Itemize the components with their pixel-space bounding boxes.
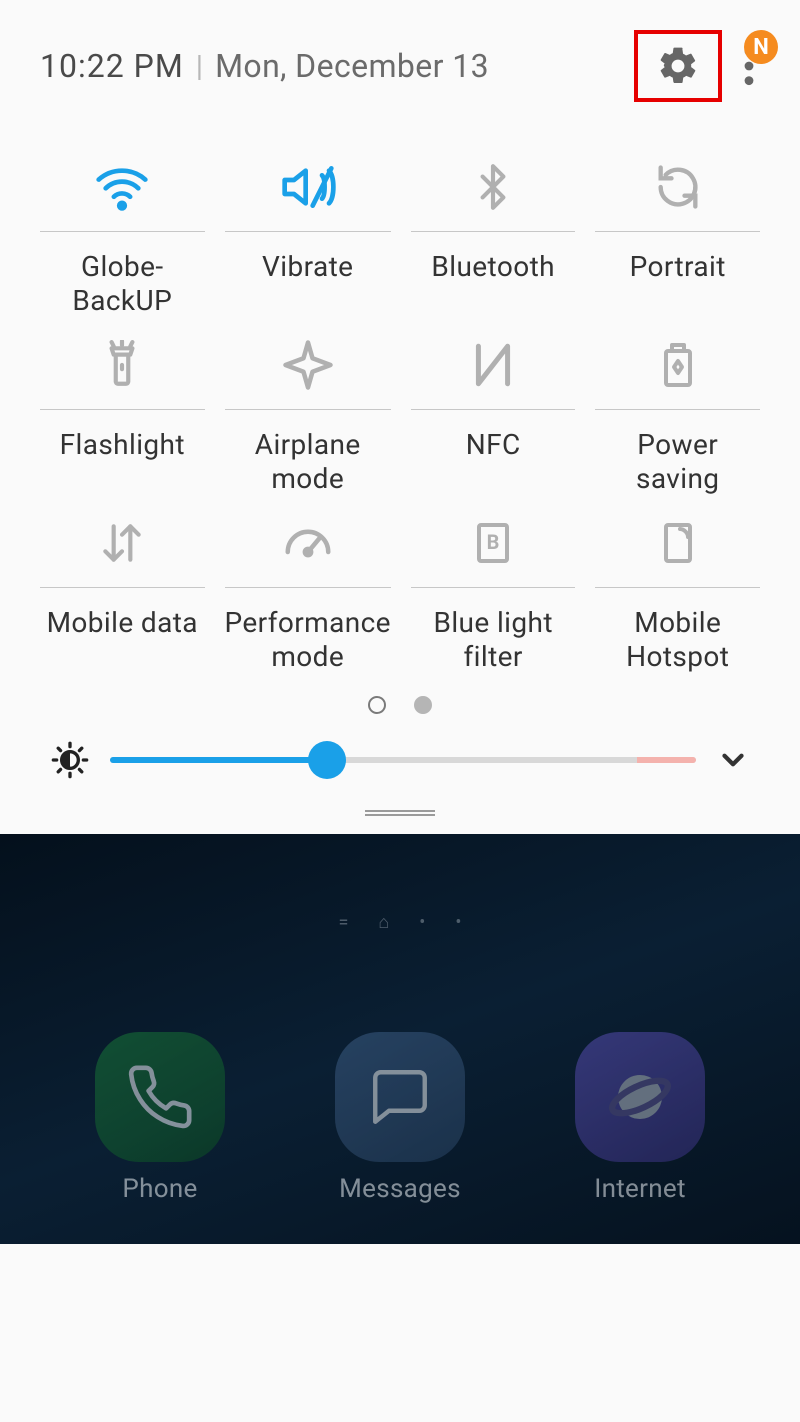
gauge-icon bbox=[281, 516, 335, 570]
qs-tile-flashlight[interactable]: Flashlight bbox=[40, 320, 205, 498]
qs-tile-wifi[interactable]: Globe-BackUP bbox=[40, 142, 205, 320]
qs-tile-label: Mobile Hotspot bbox=[595, 606, 760, 676]
battery-eco-icon bbox=[654, 341, 702, 389]
page-dot-1[interactable] bbox=[368, 696, 386, 714]
dock-app-messages[interactable]: Messages bbox=[335, 1032, 465, 1204]
data-arrows-icon bbox=[97, 518, 147, 568]
qs-tile-label: Blue light filter bbox=[411, 606, 576, 676]
messages-icon bbox=[367, 1064, 433, 1130]
quick-settings-grid: Globe-BackUP Vibrate Bluetooth Portrait Flas… bbox=[40, 142, 760, 676]
quick-settings-panel: 10:22 PM | Mon, December 13 N Globe-Back… bbox=[0, 0, 800, 834]
airplane-icon bbox=[281, 338, 335, 392]
chevron-down-icon[interactable] bbox=[716, 743, 750, 777]
qs-tile-label: Flashlight bbox=[60, 428, 185, 498]
dock-app-internet[interactable]: Internet bbox=[575, 1032, 705, 1204]
home-screen-background: =⌂•• Phone Messages Internet bbox=[0, 834, 800, 1244]
qs-tile-blue-light[interactable]: B Blue light filter bbox=[411, 498, 576, 676]
auto-brightness-icon[interactable] bbox=[50, 740, 90, 780]
qs-tile-label: Airplane mode bbox=[225, 428, 391, 498]
dock-app-label: Phone bbox=[122, 1174, 197, 1204]
qs-tile-label: Bluetooth bbox=[431, 250, 555, 320]
dock-app-label: Internet bbox=[594, 1174, 686, 1204]
phone-icon bbox=[125, 1062, 195, 1132]
header-divider: | bbox=[196, 49, 203, 84]
qs-tile-label: Globe-BackUP bbox=[40, 250, 205, 320]
flashlight-icon bbox=[97, 340, 147, 390]
clock-time: 10:22 PM bbox=[40, 47, 184, 85]
gear-icon[interactable] bbox=[656, 44, 700, 88]
qs-tile-nfc[interactable]: NFC bbox=[411, 320, 576, 498]
page-indicator[interactable] bbox=[40, 696, 760, 714]
internet-icon bbox=[607, 1064, 673, 1130]
qs-tile-label: Mobile data bbox=[47, 606, 198, 676]
brightness-slider[interactable] bbox=[110, 757, 696, 763]
hotspot-icon bbox=[654, 519, 702, 567]
qs-tile-vibrate[interactable]: Vibrate bbox=[225, 142, 391, 320]
vibrate-icon bbox=[280, 159, 336, 215]
bluetooth-icon bbox=[468, 162, 518, 212]
qs-tile-label: Performance mode bbox=[225, 606, 391, 676]
qs-tile-hotspot[interactable]: Mobile Hotspot bbox=[595, 498, 760, 676]
brightness-row bbox=[40, 740, 760, 810]
settings-highlight-box bbox=[634, 30, 722, 102]
wifi-icon bbox=[94, 159, 150, 215]
svg-text:B: B bbox=[487, 530, 500, 554]
qs-tile-label: NFC bbox=[466, 428, 521, 498]
date-label: Mon, December 13 bbox=[215, 47, 489, 85]
status-header: 10:22 PM | Mon, December 13 N bbox=[40, 0, 760, 112]
page-dot-2[interactable] bbox=[414, 696, 432, 714]
blue-light-icon: B bbox=[469, 519, 517, 567]
qs-tile-data-arrows[interactable]: Mobile data bbox=[40, 498, 205, 676]
qs-tile-bluetooth[interactable]: Bluetooth bbox=[411, 142, 576, 320]
qs-tile-gauge[interactable]: Performance mode bbox=[225, 498, 391, 676]
qs-tile-label: Portrait bbox=[630, 250, 726, 320]
more-options-button[interactable]: N bbox=[742, 44, 756, 88]
notification-badge: N bbox=[744, 30, 778, 64]
qs-tile-label: Power saving bbox=[595, 428, 760, 498]
dock: Phone Messages Internet bbox=[0, 1032, 800, 1204]
qs-tile-rotate[interactable]: Portrait bbox=[595, 142, 760, 320]
qs-tile-label: Vibrate bbox=[262, 250, 353, 320]
rotate-icon bbox=[652, 161, 704, 213]
dock-app-label: Messages bbox=[339, 1174, 461, 1204]
home-indicator-row: =⌂•• bbox=[0, 834, 800, 933]
panel-drag-handle[interactable] bbox=[40, 810, 760, 834]
nfc-icon bbox=[468, 340, 518, 390]
dock-app-phone[interactable]: Phone bbox=[95, 1032, 225, 1204]
qs-tile-airplane[interactable]: Airplane mode bbox=[225, 320, 391, 498]
qs-tile-battery-eco[interactable]: Power saving bbox=[595, 320, 760, 498]
